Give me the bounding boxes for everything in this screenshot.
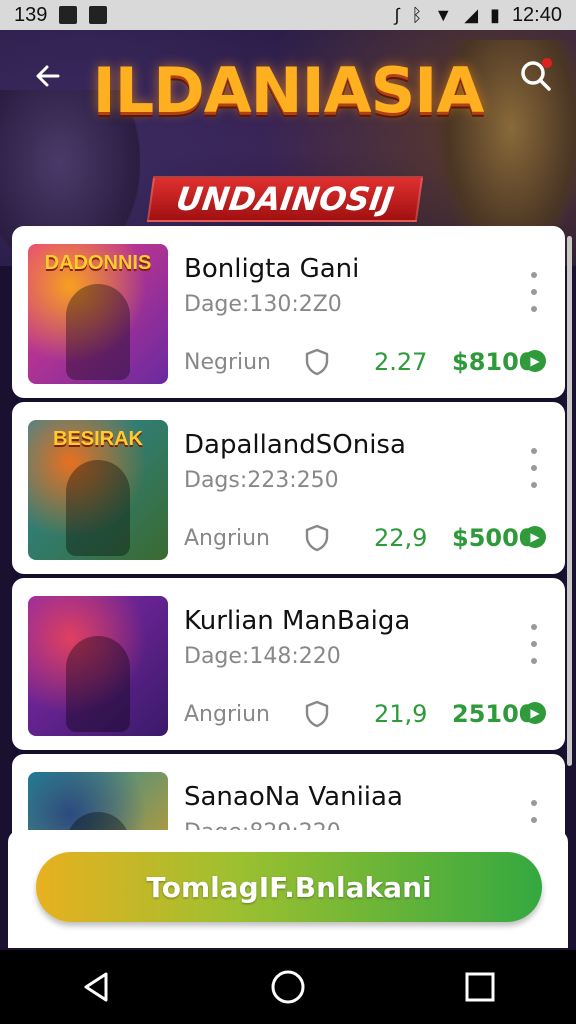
more-options-button[interactable]: [524, 448, 544, 488]
notification-dot: [542, 58, 552, 68]
game-thumbnail[interactable]: [28, 772, 168, 836]
game-card[interactable]: DADONNIS Bonligta Gani Dage:130:2Z0 Negr…: [12, 226, 565, 398]
more-dot-icon: [531, 448, 537, 454]
more-dot-icon: [531, 306, 537, 312]
game-card[interactable]: BESIRAK DapallandSOnisa Dags:223:250 Ang…: [12, 402, 565, 574]
more-dot-icon: [531, 800, 537, 806]
game-card[interactable]: Kurlian ManBaiga Dage:148:220 Angriun 21…: [12, 578, 565, 750]
game-title: SanaoNa Vaniiaa: [184, 782, 403, 812]
more-dot-icon: [531, 658, 537, 664]
circle-home-icon: [271, 970, 305, 1004]
shield-icon: [305, 700, 329, 728]
more-dot-icon: [531, 624, 537, 630]
game-price: $8100: [452, 348, 536, 376]
more-dot-icon: [531, 482, 537, 488]
banner-title: ILDANIASIA: [92, 54, 485, 127]
game-genre: Negriun: [184, 350, 272, 375]
app-notification-icon: [89, 6, 108, 24]
status-clock: 12:40: [511, 3, 562, 26]
shield-icon: [305, 524, 329, 552]
more-dot-icon: [531, 465, 537, 471]
thumbnail-character-art: [66, 460, 130, 556]
game-genre: Angriun: [184, 526, 271, 551]
vibrate-icon: ∫: [394, 4, 400, 25]
thumbnail-character-art: [66, 636, 130, 732]
scrollbar[interactable]: [567, 236, 572, 766]
game-rating: 22,9: [374, 524, 428, 552]
notification-icon: [59, 6, 78, 24]
signal-icon: ◢: [464, 4, 479, 25]
play-arrow-icon[interactable]: ▶: [524, 350, 546, 372]
system-nav-bar: [0, 950, 576, 1024]
triangle-back-icon: [84, 972, 108, 1002]
nav-back-button[interactable]: [71, 962, 121, 1012]
search-button[interactable]: [516, 56, 556, 96]
game-title: Kurlian ManBaiga: [184, 606, 411, 636]
more-dot-icon: [531, 817, 537, 823]
wifi-icon: ▼: [434, 4, 453, 25]
status-bar: 139 ∫ ᛒ ▼ ◢ ▮ 12:40: [0, 0, 576, 30]
shield-icon: [305, 348, 329, 376]
game-thumbnail[interactable]: BESIRAK: [28, 420, 168, 560]
game-date: Dage:148:220: [184, 644, 341, 669]
play-arrow-icon[interactable]: ▶: [524, 702, 546, 724]
game-price: $5000: [452, 524, 536, 552]
game-rating: 21,9: [374, 700, 428, 728]
back-button[interactable]: [30, 58, 66, 94]
game-price: 25100: [452, 700, 536, 728]
battery-icon: ▮: [490, 4, 500, 25]
game-thumbnail[interactable]: [28, 596, 168, 736]
game-thumbnail[interactable]: DADONNIS: [28, 244, 168, 384]
thumbnail-logo-text: DADONNIS: [44, 252, 152, 274]
more-dot-icon: [531, 641, 537, 647]
back-arrow-icon: [36, 65, 60, 87]
more-options-button[interactable]: [524, 624, 544, 664]
nav-recents-button[interactable]: [455, 962, 505, 1012]
game-date: Dags:223:250: [184, 468, 339, 493]
game-genre: Angriun: [184, 702, 271, 727]
square-recents-icon: [465, 972, 495, 1002]
game-list: DADONNIS Bonligta Gani Dage:130:2Z0 Negr…: [12, 226, 565, 836]
game-date: Dage:130:2Z0: [184, 292, 342, 317]
status-time: 139: [14, 3, 48, 26]
more-options-button[interactable]: [524, 272, 544, 312]
thumbnail-character-art: [66, 284, 130, 380]
more-dot-icon: [531, 289, 537, 295]
more-dot-icon: [531, 272, 537, 278]
game-title: Bonligta Gani: [184, 254, 360, 284]
bluetooth-icon: ᛒ: [411, 4, 423, 25]
game-title: DapallandSOnisa: [184, 430, 406, 460]
play-arrow-icon[interactable]: ▶: [524, 526, 546, 548]
game-card[interactable]: SanaoNa Vaniiaa Dage:829:220: [12, 754, 565, 836]
banner-subtitle: UNDAINOSIJ: [146, 176, 424, 222]
nav-home-button[interactable]: [263, 962, 313, 1012]
primary-action-button[interactable]: TomlagIF.Bnlakani: [36, 852, 542, 922]
game-rating: 2.27: [374, 348, 428, 376]
thumbnail-logo-text: BESIRAK: [52, 428, 143, 450]
